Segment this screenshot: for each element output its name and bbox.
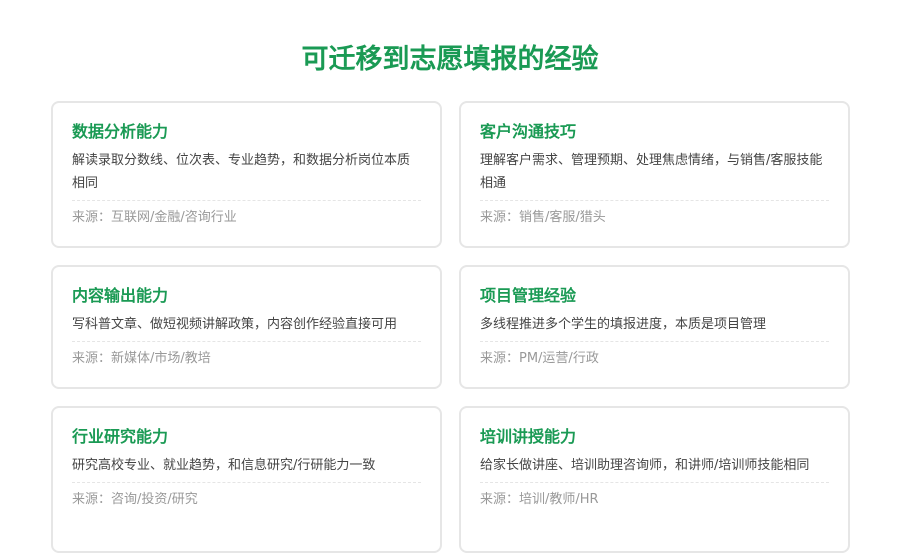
card-title: 内容输出能力 <box>72 286 169 305</box>
page: 可迁移到志愿填报的经验 数据分析能力 解读录取分数线、位次表、专业趋势，和数据分… <box>0 0 900 557</box>
card-description: 写科普文章、做短视频讲解政策，内容创作经验直接可用 <box>72 313 421 342</box>
card-source: 来源：培训/教师/HR <box>480 492 599 507</box>
card-description: 研究高校专业、就业趋势，和信息研究/行研能力一致 <box>72 454 421 483</box>
card-description: 理解客户需求、管理预期、处理焦虑情绪，与销售/客服技能相通 <box>480 149 829 201</box>
card-title: 项目管理经验 <box>480 286 577 305</box>
card-title: 行业研究能力 <box>72 427 169 446</box>
card-source: 来源：新媒体/市场/教培 <box>72 351 211 366</box>
card-project-management: 项目管理经验 多线程推进多个学生的填报进度，本质是项目管理 来源：PM/运营/行… <box>459 265 850 389</box>
card-industry-research: 行业研究能力 研究高校专业、就业趋势，和信息研究/行研能力一致 来源：咨询/投资… <box>51 406 442 553</box>
card-title: 客户沟通技巧 <box>480 122 577 141</box>
card-description: 多线程推进多个学生的填报进度，本质是项目管理 <box>480 313 829 342</box>
card-title: 数据分析能力 <box>72 122 169 141</box>
card-customer-communication: 客户沟通技巧 理解客户需求、管理预期、处理焦虑情绪，与销售/客服技能相通 来源：… <box>459 101 850 248</box>
page-title: 可迁移到志愿填报的经验 <box>301 44 599 75</box>
card-source: 来源：互联网/金融/咨询行业 <box>72 210 237 225</box>
card-training-teaching: 培训讲授能力 给家长做讲座、培训助理咨询师，和讲师/培训师技能相同 来源：培训/… <box>459 406 850 553</box>
card-title: 培训讲授能力 <box>480 427 577 446</box>
card-data-analysis: 数据分析能力 解读录取分数线、位次表、专业趋势，和数据分析岗位本质相同 来源：互… <box>51 101 442 248</box>
card-description: 给家长做讲座、培训助理咨询师，和讲师/培训师技能相同 <box>480 454 829 483</box>
card-content-output: 内容输出能力 写科普文章、做短视频讲解政策，内容创作经验直接可用 来源：新媒体/… <box>51 265 442 389</box>
card-source: 来源：PM/运营/行政 <box>480 351 599 366</box>
card-description: 解读录取分数线、位次表、专业趋势，和数据分析岗位本质相同 <box>72 149 421 201</box>
card-source: 来源：咨询/投资/研究 <box>72 492 198 507</box>
card-source: 来源：销售/客服/猎头 <box>480 210 606 225</box>
